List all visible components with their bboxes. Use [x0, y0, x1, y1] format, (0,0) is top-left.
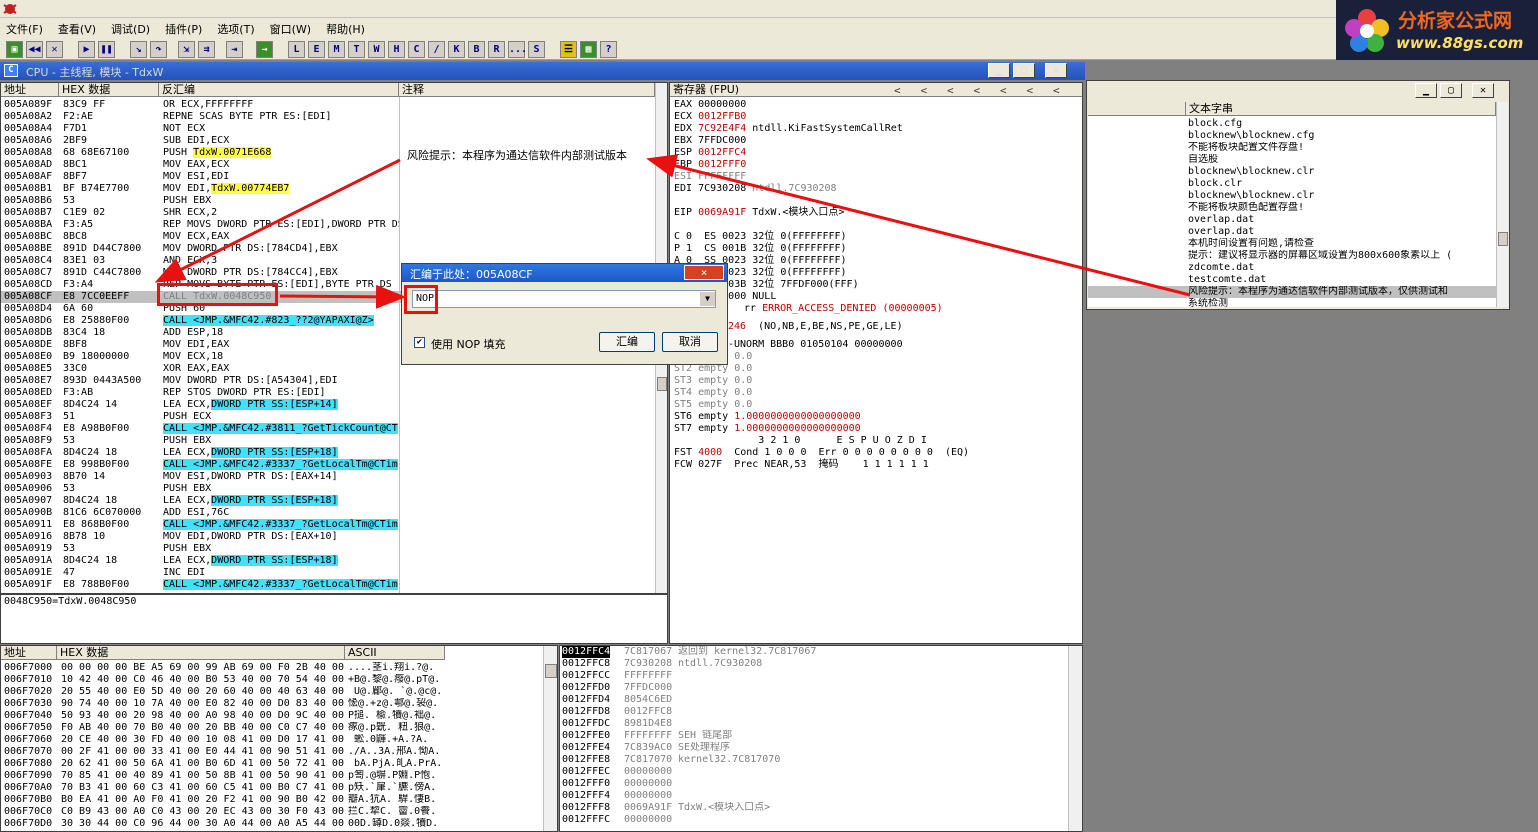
annotation-arrows — [154, 154, 1191, 309]
arrow-to-comment — [646, 154, 1191, 297]
arrow-to-call — [154, 158, 401, 283]
arrow-to-dialog — [279, 284, 406, 309]
